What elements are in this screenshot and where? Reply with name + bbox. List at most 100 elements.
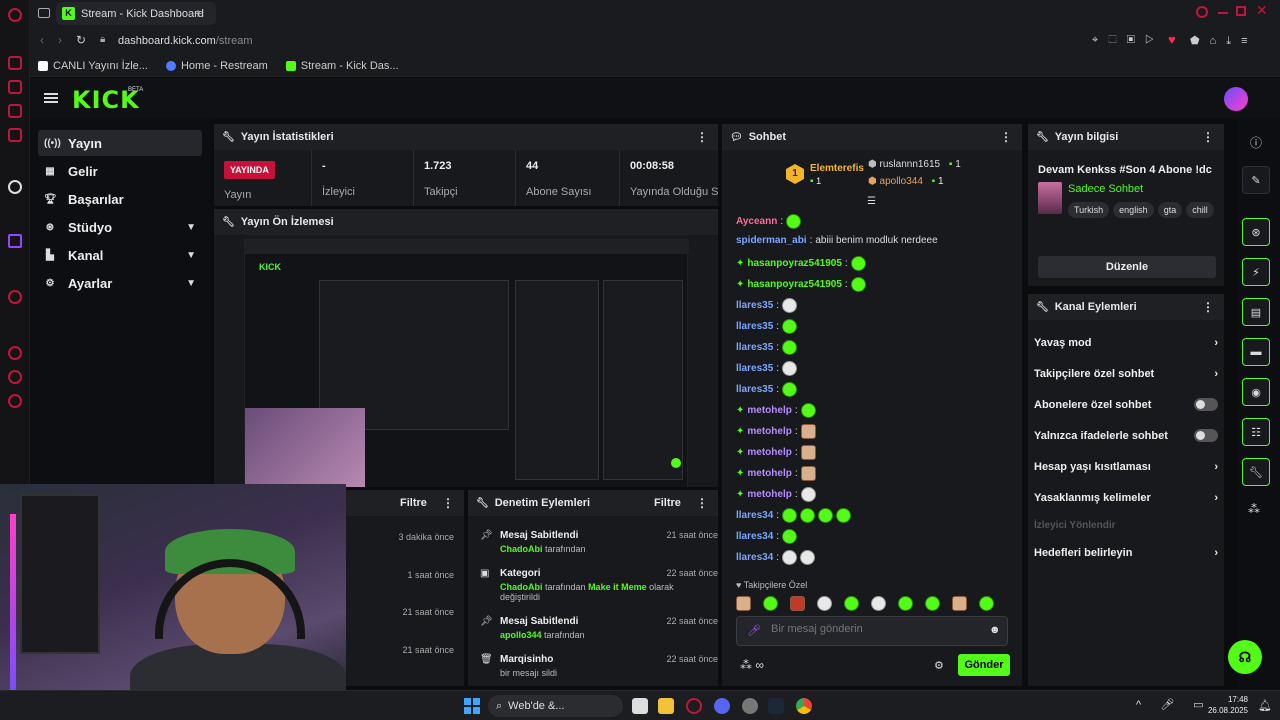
apps-icon[interactable]: ⁂ [1248,502,1260,516]
reload-icon[interactable]: ↻ [76,33,86,47]
wrench-icon[interactable]: 🔧︎ [1242,458,1270,486]
emote-icon[interactable] [871,596,886,611]
emote-icon[interactable] [979,596,994,611]
action-emote-only-chat[interactable]: Yalnızca ifadelerle sohbet [1034,429,1218,442]
emote-icon[interactable] [844,596,859,611]
more-options-icon[interactable]: ⋮ [1202,130,1214,144]
taskbar-app-icon[interactable] [742,698,758,714]
event-user[interactable]: apollo344 [500,630,542,640]
emote-icon[interactable] [952,596,967,611]
chat-input-box[interactable]: 🎤︎ ☻ [736,616,1008,646]
chat-username[interactable]: metohelp [747,447,791,458]
heart-icon[interactable]: ♥ [1168,32,1176,47]
minimize-icon[interactable] [1218,12,1228,14]
leaderboard-second[interactable]: ⬢ ruslannn1615 ▪ 1 [868,159,961,170]
stream-preview-video[interactable]: KICK [244,239,689,487]
close-icon[interactable]: ✕ [1256,2,1268,19]
leaderboard-name[interactable]: Elemterefis [810,163,864,174]
event-user[interactable]: ChadoAbi [500,582,543,592]
action-set-goals[interactable]: Hedefleri belirleyin › [1034,547,1218,559]
layout-icon[interactable]: ☷ [1242,418,1270,446]
hamburger-menu-icon[interactable] [44,93,58,103]
action-slow-mode[interactable]: Yavaş mod › [1034,337,1218,349]
emoji-icon[interactable]: ☻ [989,624,1001,636]
nav-item-ayarlar[interactable]: ⚙ Ayarlar ▼ [38,270,202,296]
sidebar-app-icon[interactable] [8,80,22,94]
emote-icon[interactable] [817,596,832,611]
chat-username[interactable]: metohelp [747,489,791,500]
emote-icon[interactable] [925,596,940,611]
microphone-icon[interactable]: 🎤︎ [747,624,761,637]
taskbar-clock[interactable]: 17:48 26.08.2025 [1206,694,1248,716]
nav-item-kanal[interactable]: ▙ Kanal ▼ [38,242,202,268]
event-user[interactable]: ChadoAbi [500,544,543,554]
action-subscribers-chat[interactable]: Abonelere özel sohbet [1034,398,1218,411]
maximize-icon[interactable] [1236,6,1246,16]
more-options-icon[interactable]: ⋮ [1202,300,1214,314]
broadcast-icon[interactable]: ◉ [1242,378,1270,406]
toggle-switch[interactable] [1194,398,1218,411]
sidebar-app-icon[interactable] [8,104,22,118]
emote-icon[interactable] [790,596,805,611]
sidebar-app-icon[interactable] [8,180,22,194]
chat-username[interactable]: llares35 [736,342,773,353]
discord-icon[interactable] [714,698,730,714]
tab-menu-icon[interactable] [38,8,50,18]
bookmark-item[interactable]: CANLI Yayını İzle... [38,60,148,72]
nav-item-gelir[interactable]: ▦ Gelir [38,158,202,184]
chat-username[interactable]: llares34 [736,552,773,563]
nav-item-studyo[interactable]: ⊛ Stüdyo ▼ [38,214,202,240]
chat-username[interactable]: hasanpoyraz541905 [747,279,842,290]
new-tab-icon[interactable]: + [194,5,202,21]
chat-username[interactable]: metohelp [747,426,791,437]
category-name[interactable]: Sadece Sohbet [1068,183,1143,195]
chat-username[interactable]: llares34 [736,510,773,521]
sidebar-app-icon[interactable] [8,128,22,142]
help-icon[interactable]: ☊ [1228,640,1262,674]
action-banned-words[interactable]: Yasaklanmış kelimeler › [1034,492,1218,504]
lightning-icon[interactable]: ⚡︎ [1242,258,1270,286]
more-options-icon[interactable]: ⋮ [1000,130,1012,144]
avatar[interactable] [1224,87,1248,111]
edit-button[interactable]: Düzenle [1038,256,1216,278]
twitch-icon[interactable] [8,234,22,248]
sidebar-app-icon[interactable] [8,56,22,70]
chat-username[interactable]: hasanpoyraz541905 [747,258,842,269]
note-icon[interactable]: ▤ [1242,298,1270,326]
chat-username[interactable]: llares35 [736,300,773,311]
chat-username[interactable]: Ayceann [736,216,777,227]
more-options-icon[interactable]: ⋮ [442,496,454,510]
action-account-age[interactable]: Hesap yaşı kısıtlaması › [1034,461,1218,473]
chat-username[interactable]: spiderman_abi [736,235,807,246]
leaderboard-third[interactable]: ⬢ apollo344 ▪ 1 [868,176,944,187]
sidebar-app-icon[interactable] [8,290,22,304]
notification-icon[interactable]: 🔔︎ [1258,699,1272,712]
settings-icon[interactable] [8,394,22,408]
chat-input[interactable] [771,623,971,635]
chat-username[interactable]: metohelp [747,405,791,416]
chat-username[interactable]: metohelp [747,468,791,479]
gear-icon[interactable]: ⚙ [934,659,944,672]
more-options-icon[interactable]: ⋮ [696,130,708,144]
forward-icon[interactable]: › [58,33,62,47]
emote-icon[interactable] [763,596,778,611]
url-field[interactable]: dashboard.kick.com/stream [118,35,253,47]
system-tray-icons[interactable]: ^ 🎤︎ ▭ [1136,698,1212,711]
pencil-icon[interactable]: ✎ [1242,166,1270,194]
bookmark-item[interactable]: Stream - Kick Das... [285,60,399,72]
chrome-icon[interactable] [796,698,812,714]
steam-icon[interactable] [768,698,784,714]
chat-tools-icon[interactable]: ⁂ ∞ [740,658,764,672]
bookmark-item[interactable]: Home - Restream [165,60,268,72]
toggle-switch[interactable] [1194,429,1218,442]
emote-icon[interactable] [736,596,751,611]
taskbar-search[interactable]: ⌕ Web'de &... [488,695,623,717]
more-options-icon[interactable]: ⋮ [696,496,708,510]
windows-start-icon[interactable] [464,698,480,714]
back-icon[interactable]: ‹ [40,33,44,47]
chat-username[interactable]: llares34 [736,531,773,542]
history-icon[interactable] [8,346,22,360]
extensions-icon[interactable]: ⌖⬚▣▷ [1092,34,1164,47]
nav-item-yayin[interactable]: ((•)) Yayın [38,130,202,156]
send-button[interactable]: Gönder [958,654,1010,676]
